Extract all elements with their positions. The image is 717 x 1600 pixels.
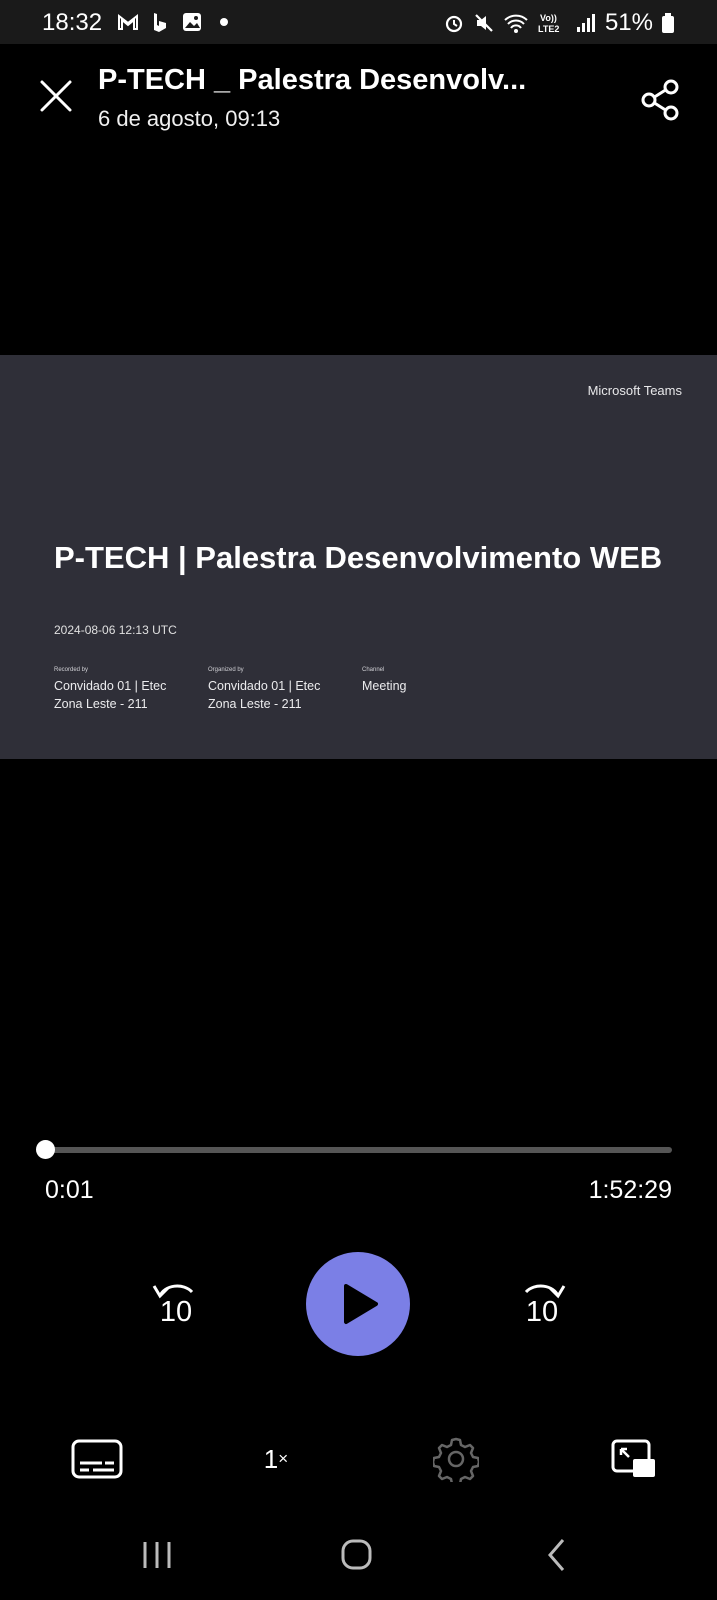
meta-label: Channel [362,667,385,673]
status-time: 18:32 [42,9,103,36]
gmail-icon [118,13,138,30]
play-button[interactable] [306,1252,410,1356]
volte-lte2-icon: Vo))LTE2 [538,13,559,34]
captions-button[interactable] [69,1434,125,1484]
signal-icon [576,14,595,32]
back-button[interactable] [532,1530,582,1580]
page-title: P-TECH _ Palestra Desenvolv... [98,64,527,96]
gear-icon [433,1437,479,1482]
duration: 1:52:29 [588,1176,672,1204]
meta-value: Convidado 01 | Etec Zona Leste - 211 [208,679,321,711]
meta-label: Recorded by [54,667,89,673]
captions-icon [71,1439,123,1479]
video-title: P-TECH | Palestra Desenvolvimento WEB [54,540,663,575]
mute-icon [475,14,493,32]
rewind-label: 10 [159,1296,193,1328]
seek-bar[interactable] [36,1140,672,1159]
speed-suffix: × [278,1449,289,1468]
svg-text:LTE2: LTE2 [538,24,559,34]
page-subtitle: 6 de agosto, 09:13 [98,106,281,131]
video-frame[interactable]: Microsoft Teams P-TECH | Palestra Desenv… [0,355,717,759]
pip-icon [611,1439,655,1477]
current-time: 0:01 [45,1176,94,1204]
share-icon[interactable] [638,78,682,122]
picture-in-picture-button[interactable] [606,1434,662,1484]
gallery-icon [183,13,201,31]
status-bar: 18:32 Vo)) LTE2 51% [0,0,717,44]
play-icon [344,1284,378,1324]
battery-percent: 51% [604,9,653,36]
forward-label: 10 [525,1296,559,1328]
home-icon [341,1539,372,1570]
battery-icon [662,13,674,33]
recent-apps-icon [143,1542,171,1568]
forward-10-button[interactable]: 10 [512,1278,572,1338]
video-date: 2024-08-06 12:13 UTC [54,623,177,637]
settings-button[interactable] [428,1434,484,1484]
home-button[interactable] [332,1530,382,1580]
recent-apps-button[interactable] [132,1530,182,1580]
dot-icon [220,18,228,26]
brand-label: Microsoft Teams [587,383,682,398]
svg-text:Vo)): Vo)) [540,13,557,23]
speed-label: 1 [263,1443,279,1474]
meta-label: Organized by [208,667,244,673]
rewind-10-button[interactable]: 10 [146,1278,206,1338]
meta-value: Convidado 01 | Etec Zona Leste - 211 [54,679,167,711]
meta-channel: Channel Meeting [362,667,492,695]
wifi-icon [504,14,528,33]
seek-handle[interactable] [36,1140,56,1159]
close-icon[interactable] [38,78,74,114]
meta-organized-by: Organized by Convidado 01 | Etec Zona Le… [208,667,338,713]
meta-value: Meeting [362,679,407,693]
playback-speed-button[interactable]: 1 × [248,1434,304,1484]
bing-icon [154,13,166,32]
back-icon [548,1539,565,1571]
meta-recorded-by: Recorded by Convidado 01 | Etec Zona Les… [54,667,184,713]
alarm-icon [445,15,463,33]
